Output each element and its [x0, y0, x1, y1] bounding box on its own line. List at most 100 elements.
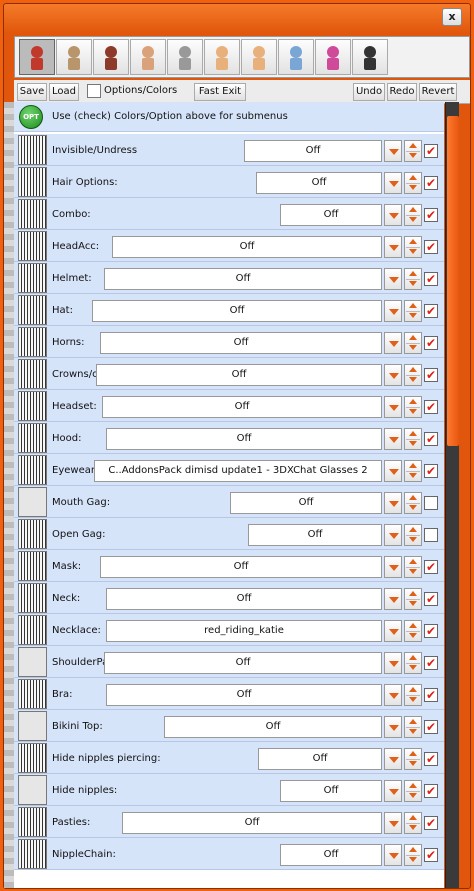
dropdown-arrow-button[interactable] — [384, 300, 402, 322]
dropdown-arrow-button[interactable] — [384, 204, 402, 226]
item-value-field[interactable]: Off — [104, 652, 382, 674]
stepper-down-icon[interactable] — [409, 313, 417, 318]
dropdown-arrow-button[interactable] — [384, 428, 402, 450]
fast-exit-button[interactable]: Fast Exit — [194, 83, 246, 101]
item-enable-checkbox[interactable]: ✔ — [424, 464, 438, 478]
undo-button[interactable]: Undo — [353, 83, 385, 101]
item-value-field[interactable]: Off — [106, 684, 382, 706]
item-enable-checkbox[interactable]: ✔ — [424, 656, 438, 670]
stepper-up-icon[interactable] — [409, 207, 417, 212]
item-thumbnail[interactable] — [18, 647, 47, 677]
item-value-field[interactable]: Off — [106, 428, 382, 450]
item-value-field[interactable]: Off — [106, 588, 382, 610]
stepper-up-icon[interactable] — [409, 591, 417, 596]
stepper-up-icon[interactable] — [409, 303, 417, 308]
item-value-field[interactable]: Off — [280, 780, 382, 802]
value-stepper[interactable] — [404, 716, 422, 738]
dropdown-arrow-button[interactable] — [384, 620, 402, 642]
dropdown-arrow-button[interactable] — [384, 492, 402, 514]
value-stepper[interactable] — [404, 460, 422, 482]
stepper-down-icon[interactable] — [409, 345, 417, 350]
item-thumbnail[interactable] — [18, 775, 47, 805]
item-enable-checkbox[interactable]: ✔ — [424, 368, 438, 382]
stepper-down-icon[interactable] — [409, 729, 417, 734]
value-stepper[interactable] — [404, 492, 422, 514]
value-stepper[interactable] — [404, 396, 422, 418]
value-stepper[interactable] — [404, 652, 422, 674]
item-thumbnail[interactable] — [18, 583, 47, 613]
close-button[interactable]: x — [442, 8, 462, 26]
stepper-down-icon[interactable] — [409, 473, 417, 478]
stepper-up-icon[interactable] — [409, 367, 417, 372]
item-enable-checkbox[interactable]: ✔ — [424, 624, 438, 638]
item-value-field[interactable]: red_riding_katie — [106, 620, 382, 642]
stepper-up-icon[interactable] — [409, 143, 417, 148]
item-value-field[interactable]: Off — [112, 236, 382, 258]
item-thumbnail[interactable] — [18, 199, 47, 229]
stepper-up-icon[interactable] — [409, 687, 417, 692]
stepper-down-icon[interactable] — [409, 217, 417, 222]
dropdown-arrow-button[interactable] — [384, 364, 402, 386]
item-enable-checkbox[interactable]: ✔ — [424, 688, 438, 702]
dropdown-arrow-button[interactable] — [384, 140, 402, 162]
item-value-field[interactable]: Off — [280, 204, 382, 226]
dropdown-arrow-button[interactable] — [384, 812, 402, 834]
item-thumbnail[interactable] — [18, 359, 47, 389]
dropdown-arrow-button[interactable] — [384, 684, 402, 706]
stepper-up-icon[interactable] — [409, 783, 417, 788]
stepper-up-icon[interactable] — [409, 335, 417, 340]
stepper-up-icon[interactable] — [409, 239, 417, 244]
value-stepper[interactable] — [404, 364, 422, 386]
dropdown-arrow-button[interactable] — [384, 268, 402, 290]
stepper-up-icon[interactable] — [409, 527, 417, 532]
item-thumbnail[interactable] — [18, 807, 47, 837]
item-thumbnail[interactable] — [18, 455, 47, 485]
stepper-up-icon[interactable] — [409, 815, 417, 820]
stepper-down-icon[interactable] — [409, 633, 417, 638]
value-stepper[interactable] — [404, 780, 422, 802]
value-stepper[interactable] — [404, 300, 422, 322]
stepper-down-icon[interactable] — [409, 281, 417, 286]
item-value-field[interactable]: Off — [230, 492, 382, 514]
tab-makeup[interactable] — [93, 39, 129, 75]
item-enable-checkbox[interactable]: ✔ — [424, 720, 438, 734]
save-button[interactable]: Save — [17, 83, 47, 101]
tab-card[interactable] — [278, 39, 314, 75]
item-value-field[interactable]: Off — [96, 364, 382, 386]
stepper-down-icon[interactable] — [409, 665, 417, 670]
stepper-down-icon[interactable] — [409, 857, 417, 862]
dropdown-arrow-button[interactable] — [384, 652, 402, 674]
stepper-up-icon[interactable] — [409, 847, 417, 852]
value-stepper[interactable] — [404, 748, 422, 770]
item-enable-checkbox[interactable]: ✔ — [424, 752, 438, 766]
item-value-field[interactable]: C..AddonsPack dimisd update1 - 3DXChat G… — [94, 460, 382, 482]
stepper-down-icon[interactable] — [409, 697, 417, 702]
item-enable-checkbox[interactable]: ✔ — [424, 848, 438, 862]
dropdown-arrow-button[interactable] — [384, 588, 402, 610]
item-enable-checkbox[interactable]: ✔ — [424, 272, 438, 286]
item-value-field[interactable]: Off — [248, 524, 382, 546]
item-thumbnail[interactable] — [18, 743, 47, 773]
item-enable-checkbox[interactable]: ✔ — [424, 592, 438, 606]
stepper-up-icon[interactable] — [409, 655, 417, 660]
value-stepper[interactable] — [404, 172, 422, 194]
item-thumbnail[interactable] — [18, 135, 47, 165]
item-enable-checkbox[interactable]: ✔ — [424, 304, 438, 318]
stepper-up-icon[interactable] — [409, 399, 417, 404]
stepper-up-icon[interactable] — [409, 559, 417, 564]
tab-tools[interactable] — [167, 39, 203, 75]
stepper-down-icon[interactable] — [409, 601, 417, 606]
item-thumbnail[interactable] — [18, 519, 47, 549]
item-thumbnail[interactable] — [18, 231, 47, 261]
item-enable-checkbox[interactable] — [424, 496, 438, 510]
item-value-field[interactable]: Off — [102, 396, 382, 418]
item-enable-checkbox[interactable]: ✔ — [424, 208, 438, 222]
item-value-field[interactable]: Off — [100, 556, 382, 578]
item-enable-checkbox[interactable]: ✔ — [424, 784, 438, 798]
item-thumbnail[interactable] — [18, 327, 47, 357]
tab-paint[interactable] — [315, 39, 351, 75]
tab-dress[interactable] — [352, 39, 388, 75]
value-stepper[interactable] — [404, 236, 422, 258]
stepper-up-icon[interactable] — [409, 431, 417, 436]
item-enable-checkbox[interactable]: ✔ — [424, 240, 438, 254]
